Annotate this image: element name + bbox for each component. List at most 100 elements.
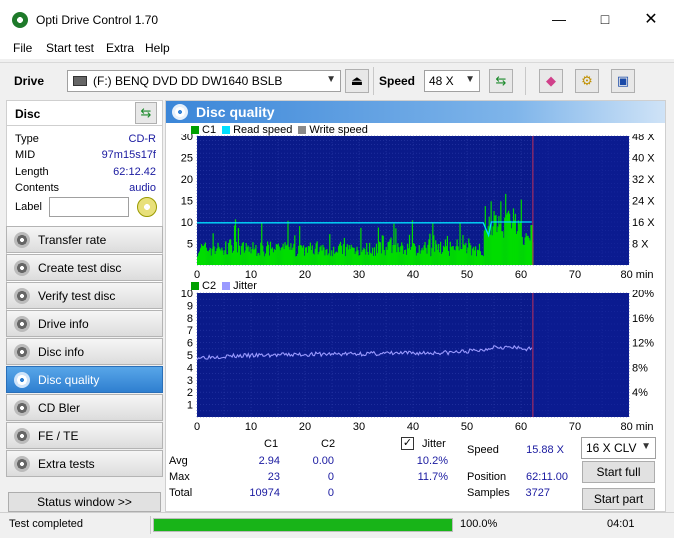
samples-value: 3727 xyxy=(525,487,550,499)
y-left-tick-label: 8 xyxy=(187,313,193,325)
y-right-tick-label: 4% xyxy=(632,387,648,399)
disc-type-key: Type xyxy=(15,133,39,145)
nav-label: Extra tests xyxy=(38,456,95,471)
speed-mode-value: 16 X CLV xyxy=(586,441,637,455)
legend-swatch-jitter xyxy=(222,282,231,290)
progress-text: 100.0% xyxy=(460,518,498,530)
y-right-tick-label: 32 X xyxy=(632,174,655,186)
erase-button[interactable]: ◆ xyxy=(539,69,563,93)
speed-mode-select[interactable]: 16 X CLV ▼ xyxy=(581,437,656,459)
disc-type-value: CD-R xyxy=(128,133,157,145)
disc-mid-key: MID xyxy=(15,149,36,161)
disc-contents-key: Contents xyxy=(15,182,60,194)
status-divider xyxy=(150,516,151,534)
disc-icon xyxy=(14,259,30,276)
y-right-tick-label: 24 X xyxy=(632,196,655,208)
progress-fill xyxy=(154,519,452,531)
nav-fe-te[interactable]: FE / TE xyxy=(6,422,163,449)
nav-label: Create test disc xyxy=(38,260,122,275)
x-tick-label: 80 min xyxy=(620,269,653,281)
disc-label-apply-icon[interactable] xyxy=(137,197,157,217)
drive-select[interactable]: (F:) BENQ DVD DD DW1640 BSLB ▼ xyxy=(67,70,341,92)
disc-mid-value: 97m15s17f xyxy=(101,149,156,161)
status-bar: Test completed 100.0% 04:01 xyxy=(0,512,674,538)
start-full-button[interactable]: Start full xyxy=(582,461,655,483)
nav-label: Drive info xyxy=(38,316,89,331)
menu-file[interactable]: File xyxy=(13,41,32,55)
nav-extra-tests[interactable]: Extra tests xyxy=(6,450,163,477)
save-button[interactable]: ▣ xyxy=(611,69,635,93)
chevron-down-icon: ▼ xyxy=(641,441,651,452)
stats-max-label: Max xyxy=(169,471,190,483)
app-icon xyxy=(12,12,28,28)
nav-label: Verify test disc xyxy=(38,288,116,303)
speed-readout-label: Speed xyxy=(467,444,499,456)
x-tick-label: 60 xyxy=(515,269,527,281)
c1-chart: 0 10 20 30 40 50 60 70 80 min510152025308 X16 X2… xyxy=(181,134,656,281)
menu-bar: File Start test Extra Help xyxy=(0,38,674,59)
nav-create-test-disc[interactable]: Create test disc xyxy=(6,254,163,281)
jitter-checkbox[interactable]: ✓ xyxy=(401,437,414,450)
settings-button[interactable]: ⚙ xyxy=(575,69,599,93)
panel-header: Disc quality xyxy=(166,101,665,123)
nav-label: CD Bler xyxy=(38,400,81,415)
unused-region xyxy=(532,293,629,417)
y-left-tick-label: 9 xyxy=(187,300,193,312)
nav-verify-test-disc[interactable]: Verify test disc xyxy=(6,282,163,309)
y-right-tick-label: 16 X xyxy=(632,217,655,229)
stats-total-c1: 10974 xyxy=(249,487,280,499)
chevron-down-icon: ▼ xyxy=(326,74,336,85)
nav-disc-info[interactable]: Disc info xyxy=(6,338,163,365)
disc-icon xyxy=(14,315,30,332)
menu-start-test[interactable]: Start test xyxy=(46,41,94,55)
disc-icon xyxy=(14,399,30,416)
speed-label: Speed xyxy=(379,74,416,88)
speed-readout-value: 15.88 X xyxy=(526,444,564,456)
y-left-tick-label: 5 xyxy=(187,350,193,362)
refresh-button[interactable]: ⇆ xyxy=(489,69,513,93)
nav-transfer-rate[interactable]: Transfer rate xyxy=(6,226,163,253)
close-button[interactable]: ✕ xyxy=(628,0,674,38)
eraser-icon: ◆ xyxy=(546,73,556,88)
disc-refresh-button[interactable]: ⇆ xyxy=(135,102,157,124)
nav-cd-bler[interactable]: CD Bler xyxy=(6,394,163,421)
disc-label-input[interactable] xyxy=(49,197,129,217)
disc-header-title: Disc xyxy=(15,107,41,121)
speed-select[interactable]: 48 X ▼ xyxy=(424,70,480,92)
x-tick-label: 30 xyxy=(353,421,365,433)
eject-button[interactable]: ⏏ xyxy=(345,69,369,93)
position-value: 62:11.00 xyxy=(525,471,568,483)
jitter-checkbox-label: Jitter xyxy=(422,438,446,450)
window-title: Opti Drive Control 1.70 xyxy=(36,13,159,27)
drive-label: Drive xyxy=(14,74,45,88)
nav-drive-info[interactable]: Drive info xyxy=(6,310,163,337)
unused-region xyxy=(532,136,629,265)
left-panel: Disc ⇆ Type CD-R MID 97m15s17f Length 62… xyxy=(6,100,163,512)
minimize-button[interactable]: — xyxy=(536,0,582,38)
y-left-tick-label: 3 xyxy=(187,375,193,387)
disc-icon xyxy=(14,343,30,360)
y-left-tick-label: 2 xyxy=(187,387,193,399)
stats-max-c2: 0 xyxy=(327,471,334,483)
disc-header: Disc ⇆ xyxy=(6,100,163,126)
nav-disc-quality[interactable]: Disc quality xyxy=(6,366,163,393)
x-tick-label: 60 xyxy=(515,421,527,433)
status-window-button[interactable]: Status window >> xyxy=(8,492,161,512)
x-tick-label: 70 xyxy=(569,269,581,281)
stats-col-c2: C2 xyxy=(321,438,336,450)
disc-quality-icon xyxy=(172,104,188,120)
disc-icon xyxy=(14,455,30,472)
refresh-arrows-icon: ⇆ xyxy=(495,73,507,88)
stats-avg-c1: 2.94 xyxy=(258,455,280,467)
disc-quality-panel: Disc quality C1 Read speed Write speed 0… xyxy=(165,100,666,512)
refresh-arrows-icon: ⇆ xyxy=(140,105,152,120)
y-left-tick-label: 1 xyxy=(187,400,193,412)
menu-help[interactable]: Help xyxy=(145,41,170,55)
x-tick-label: 40 xyxy=(407,269,419,281)
y-right-tick-label: 40 X xyxy=(632,153,655,165)
disc-icon xyxy=(14,231,30,248)
menu-extra[interactable]: Extra xyxy=(106,41,134,55)
legend-swatch-c2 xyxy=(191,282,199,290)
start-part-button[interactable]: Start part xyxy=(582,488,655,510)
maximize-button[interactable]: □ xyxy=(582,0,628,38)
